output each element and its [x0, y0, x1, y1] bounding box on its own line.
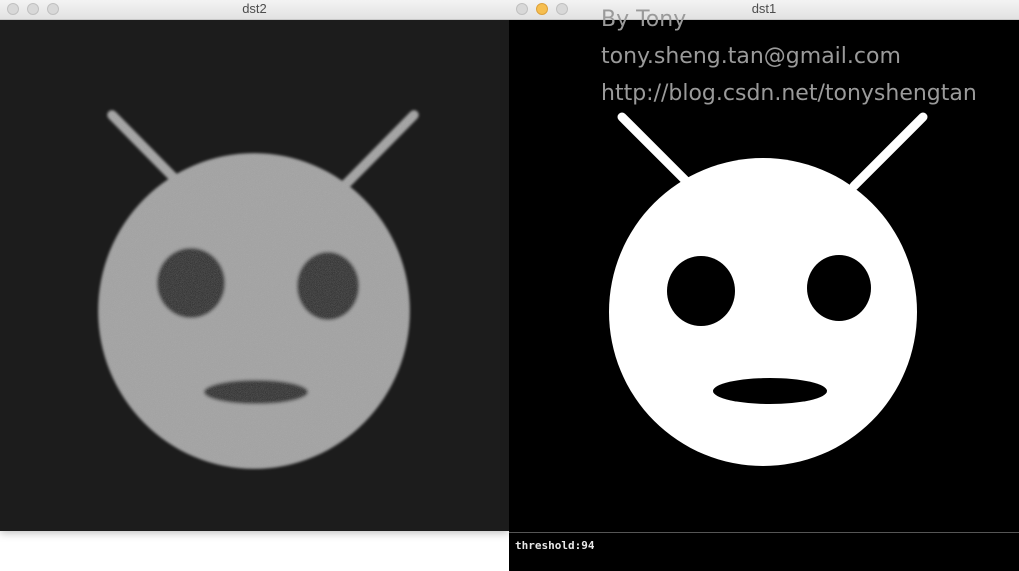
left-eye: [157, 248, 225, 318]
mouth: [713, 378, 827, 404]
titlebar-dst2[interactable]: dst2: [0, 0, 509, 20]
grayscale-face-image: [0, 20, 509, 531]
author-blog-url: http://blog.csdn.net/tonyshengtan: [601, 81, 977, 106]
author-name: By Tony: [601, 7, 687, 32]
trackbar-area[interactable]: threshold:94: [509, 532, 1019, 571]
right-eye: [807, 255, 871, 321]
titlebar-dst1[interactable]: dst1: [509, 0, 1019, 20]
author-email: tony.sheng.tan@gmail.com: [601, 44, 901, 69]
threshold-label: threshold:94: [515, 539, 595, 552]
window-title: dst2: [242, 1, 267, 16]
face-circle: [99, 154, 409, 468]
window-title: dst1: [751, 1, 777, 16]
left-eye: [667, 256, 735, 326]
face-circle: [609, 158, 917, 466]
window-dst2: dst2: [0, 0, 509, 531]
right-eye: [297, 252, 359, 320]
mouth: [204, 380, 308, 404]
